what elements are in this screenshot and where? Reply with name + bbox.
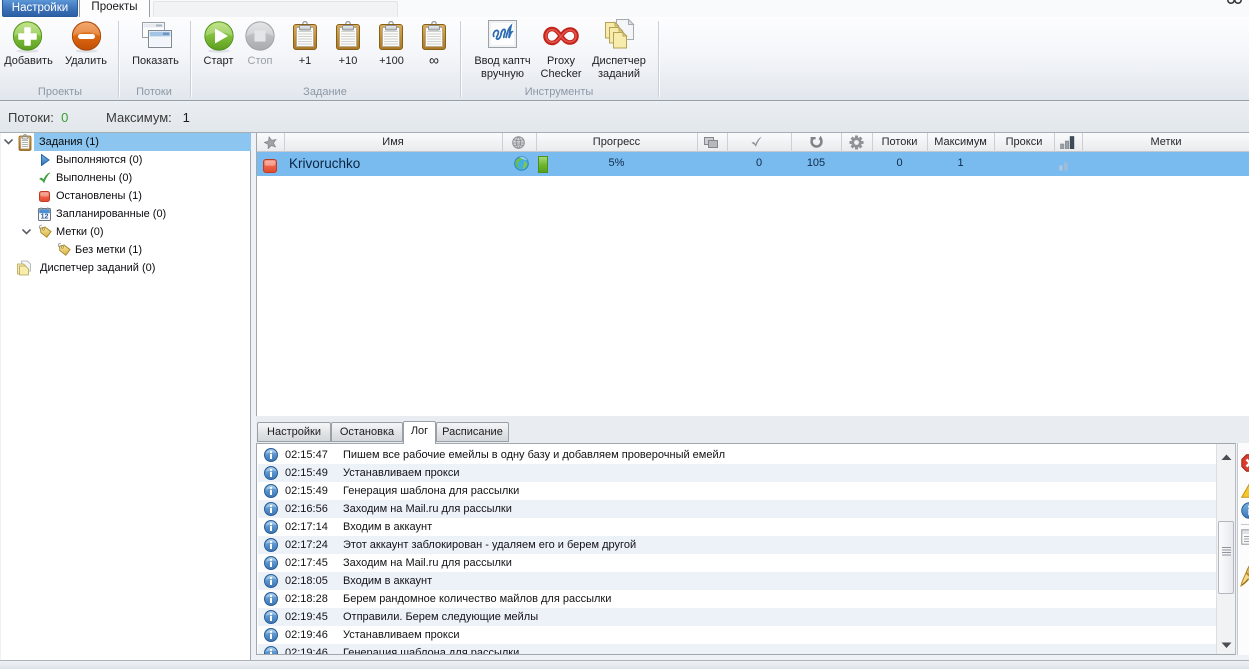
svg-text:12: 12 [41, 214, 49, 221]
